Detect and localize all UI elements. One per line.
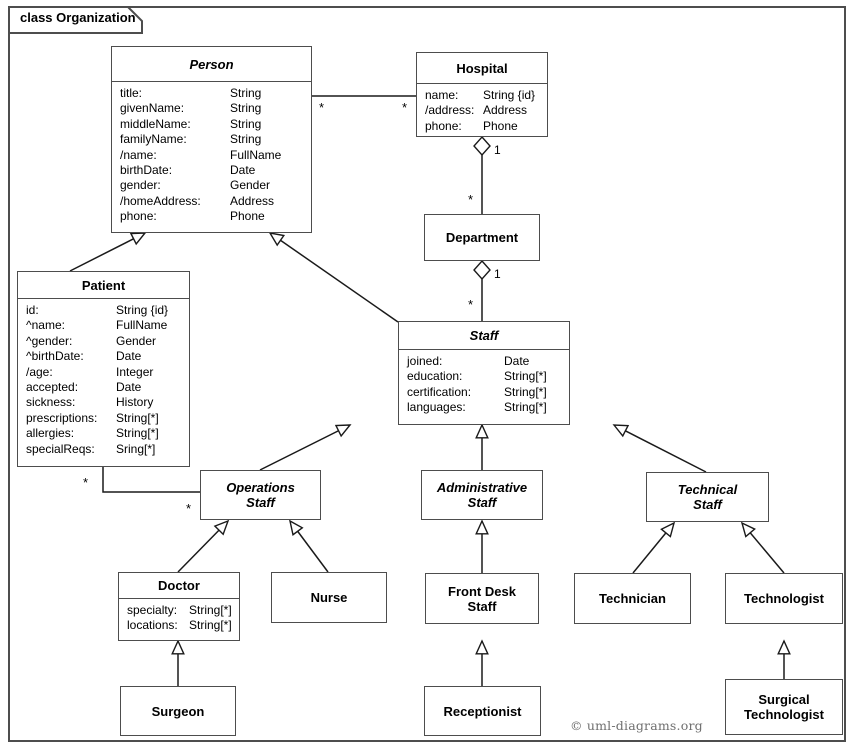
- attr-row: birthDate: Date: [120, 163, 256, 178]
- attr-row: accepted: Date: [26, 380, 142, 395]
- class-administrative-staff[interactable]: Administrative Staff: [421, 470, 543, 520]
- multiplicity-hospital-department-many: *: [468, 192, 474, 207]
- label-line-1: Operations: [226, 480, 295, 495]
- class-operations-staff[interactable]: Operations Staff: [200, 470, 321, 520]
- class-person[interactable]: Person title: String givenName: String mid…: [111, 46, 312, 233]
- class-technical-staff[interactable]: Technical Staff: [646, 472, 769, 522]
- attr-row: id: String {id}: [26, 303, 169, 317]
- attr-row: phone: Phone: [120, 209, 265, 224]
- attr-row: familyName: String: [120, 132, 262, 147]
- multiplicity-person-hospital-right: *: [402, 100, 408, 115]
- class-doctor[interactable]: Doctor specialty: String[*] locations: Str…: [118, 572, 240, 641]
- attr-row: ^name: FullName: [26, 318, 168, 333]
- attr-row: languages: String[*]: [407, 400, 547, 415]
- attr-row: /name: FullName: [120, 147, 282, 162]
- class-front-desk-staff[interactable]: Front Desk Staff: [425, 573, 539, 624]
- attr-row: title: String: [120, 86, 262, 100]
- attr-row: /homeAddress: Address: [120, 193, 275, 208]
- class-technologist[interactable]: Technologist: [725, 573, 843, 624]
- uml-class-diagram: class Organization Person title: String g…: [0, 0, 860, 747]
- attr-row: certification: String[*]: [407, 384, 547, 399]
- class-front-desk-staff-name: Front Desk Staff: [426, 584, 538, 614]
- class-patient[interactable]: Patient id: String {id} ^name: FullName ^g…: [17, 271, 190, 467]
- class-person-name: Person: [189, 56, 234, 72]
- label-line-2: Staff: [467, 598, 497, 614]
- class-patient-name: Patient: [81, 277, 126, 293]
- class-hospital-attributes: name: String {id} /address: Address phone:…: [417, 84, 547, 137]
- attr-row: joined: Date: [407, 354, 530, 368]
- attr-row: specialty: String[*]: [127, 603, 232, 617]
- attr-row: givenName: String: [120, 101, 262, 116]
- attr-row: /address: Address: [425, 103, 528, 118]
- class-department-name: Department: [445, 230, 519, 245]
- attr-row: ^birthDate: Date: [26, 349, 142, 364]
- copyright-notice: © uml-diagrams.org: [570, 718, 703, 733]
- class-surgeon-name: Surgeon: [151, 703, 205, 719]
- class-nurse-name: Nurse: [310, 590, 348, 605]
- class-surgical-technologist[interactable]: Surgical Technologist: [725, 679, 843, 735]
- label-line-1: Front Desk: [448, 583, 516, 599]
- class-person-attributes: title: String givenName: String middleName…: [112, 82, 311, 228]
- label-line-2: Staff: [246, 495, 275, 510]
- class-operations-staff-name: Operations Staff: [201, 480, 320, 510]
- multiplicity-department-staff-many: *: [468, 297, 474, 312]
- label-line-2: Staff: [693, 497, 722, 512]
- attr-row: locations: String[*]: [127, 618, 232, 633]
- class-technician-name: Technician: [599, 591, 666, 606]
- label-line-1: Administrative: [436, 480, 528, 495]
- class-technician[interactable]: Technician: [574, 573, 691, 624]
- class-department[interactable]: Department: [424, 214, 540, 261]
- class-doctor-attributes: specialty: String[*] locations: String[*]: [119, 599, 239, 637]
- attr-row: middleName: String: [120, 116, 262, 131]
- multiplicity-patient-operations-right: *: [186, 501, 192, 516]
- attr-row: specialReqs: Sring[*]: [26, 441, 156, 456]
- class-hospital[interactable]: Hospital name: String {id} /address: Addre…: [416, 52, 548, 137]
- class-hospital-name: Hospital: [456, 60, 508, 76]
- attr-row: /age: Integer: [26, 364, 154, 379]
- class-receptionist[interactable]: Receptionist: [424, 686, 541, 736]
- class-staff[interactable]: Staff joined: Date education: String[*] ce…: [398, 321, 570, 425]
- label-line-2: Staff: [467, 495, 497, 510]
- attr-row: allergies: String[*]: [26, 426, 159, 441]
- attr-row: gender: Gender: [120, 178, 271, 193]
- multiplicity-hospital-department-one: 1: [494, 143, 501, 157]
- attr-row: sickness: History: [26, 395, 154, 410]
- frame-label: class Organization: [20, 10, 136, 25]
- multiplicity-patient-operations-left: *: [83, 475, 89, 490]
- class-staff-name: Staff: [469, 328, 499, 343]
- attr-row: prescriptions: String[*]: [26, 410, 159, 425]
- attr-row: phone: Phone: [425, 118, 518, 133]
- class-patient-attributes: id: String {id} ^name: FullName ^gender: Ge…: [18, 299, 189, 460]
- class-nurse[interactable]: Nurse: [271, 572, 387, 623]
- class-doctor-name: Doctor: [158, 578, 200, 593]
- class-surgical-technologist-name: Surgical Technologist: [726, 692, 842, 722]
- class-staff-attributes: joined: Date education: String[*] certific…: [399, 350, 569, 419]
- class-technical-staff-name: Technical Staff: [647, 482, 768, 512]
- attr-row: ^gender: Gender: [26, 333, 157, 348]
- label-line-1: Technical: [677, 482, 738, 497]
- label-line-2: Technologist: [744, 707, 824, 722]
- attr-row: education: String[*]: [407, 369, 547, 384]
- attr-row: name: String {id}: [425, 88, 536, 102]
- multiplicity-department-staff-one: 1: [494, 267, 501, 281]
- class-administrative-staff-name: Administrative Staff: [422, 480, 542, 510]
- class-technologist-name: Technologist: [744, 591, 824, 606]
- class-receptionist-name: Receptionist: [443, 703, 522, 719]
- multiplicity-person-hospital-left: *: [319, 100, 325, 115]
- label-line-1: Surgical: [758, 692, 810, 707]
- class-surgeon[interactable]: Surgeon: [120, 686, 236, 736]
